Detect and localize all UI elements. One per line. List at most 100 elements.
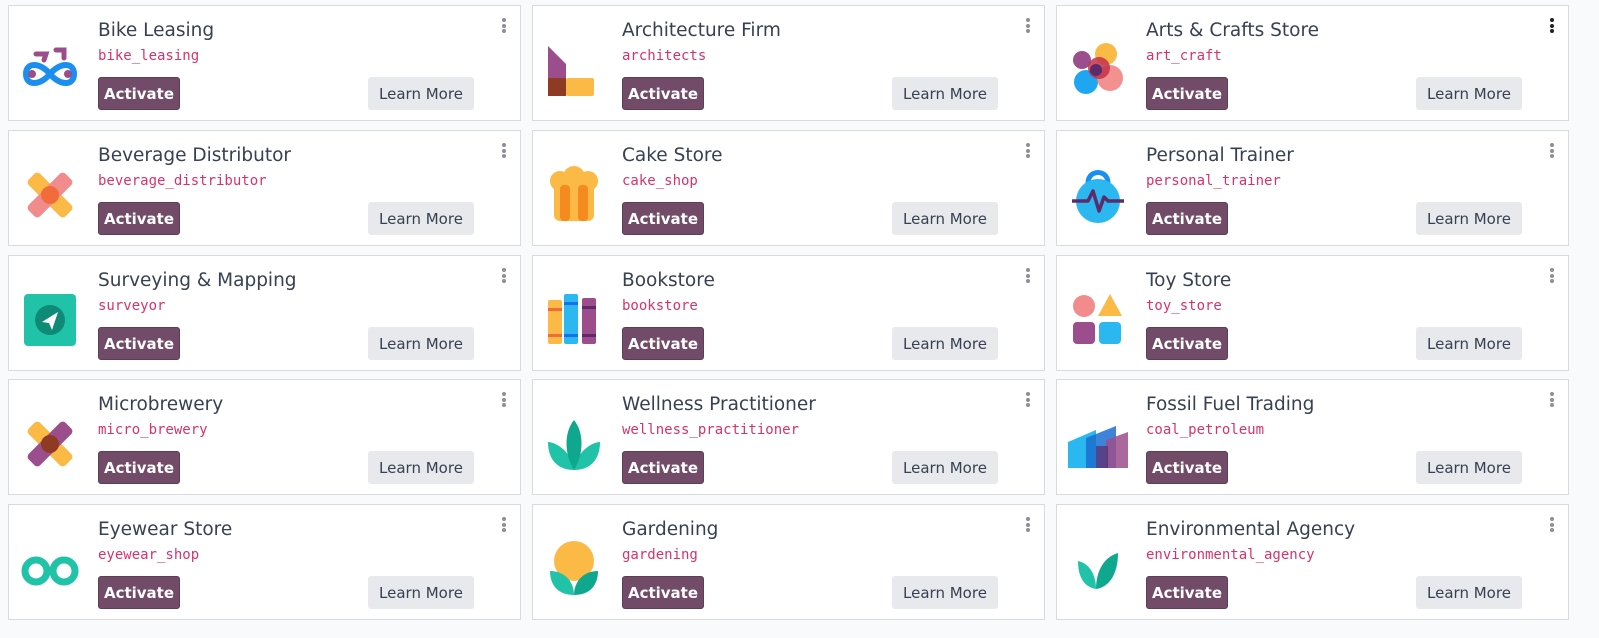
- kebab-menu-icon[interactable]: [1024, 267, 1032, 285]
- module-card-wellness-practitioner: Wellness Practitioner wellness_practitio…: [532, 379, 1045, 495]
- module-card-bookstore: Bookstore bookstore Activate Learn More: [532, 255, 1045, 371]
- kebab-menu-icon[interactable]: [1548, 17, 1556, 35]
- activate-button[interactable]: Activate: [98, 327, 180, 360]
- module-card-personal-trainer: Personal Trainer personal_trainer Activa…: [1056, 130, 1569, 246]
- activate-button[interactable]: Activate: [622, 327, 704, 360]
- learn-more-button[interactable]: Learn More: [1416, 451, 1522, 484]
- learn-more-button[interactable]: Learn More: [368, 576, 474, 609]
- learn-more-button[interactable]: Learn More: [368, 77, 474, 110]
- module-title: Cake Store: [622, 145, 723, 166]
- activate-button[interactable]: Activate: [1146, 202, 1228, 235]
- module-title: Microbrewery: [98, 394, 224, 415]
- kebab-menu-icon[interactable]: [1024, 391, 1032, 409]
- module-technical-name: bookstore: [622, 298, 698, 314]
- module-card-fossil-fuel-trading: Fossil Fuel Trading coal_petroleum Activ…: [1056, 379, 1569, 495]
- module-title: Environmental Agency: [1146, 519, 1356, 540]
- module-technical-name: gardening: [622, 547, 698, 563]
- module-technical-name: beverage_distributor: [98, 173, 267, 189]
- learn-more-button[interactable]: Learn More: [892, 327, 998, 360]
- module-technical-name: wellness_practitioner: [622, 422, 800, 438]
- learn-more-button[interactable]: Learn More: [892, 202, 998, 235]
- activate-button[interactable]: Activate: [98, 451, 180, 484]
- module-title: Fossil Fuel Trading: [1146, 394, 1315, 415]
- activate-button[interactable]: Activate: [1146, 327, 1228, 360]
- kebab-menu-icon[interactable]: [500, 267, 508, 285]
- learn-more-button[interactable]: Learn More: [1416, 202, 1522, 235]
- module-technical-name: coal_petroleum: [1146, 422, 1265, 438]
- module-title: Gardening: [622, 519, 719, 540]
- module-technical-name: cake_shop: [622, 173, 698, 189]
- architecture-icon: [542, 38, 606, 102]
- glasses-icon: [18, 537, 82, 601]
- activate-button[interactable]: Activate: [622, 202, 704, 235]
- kebab-menu-icon[interactable]: [500, 142, 508, 160]
- module-title: Bookstore: [622, 270, 715, 291]
- module-technical-name: environmental_agency: [1146, 547, 1315, 563]
- kebab-menu-icon[interactable]: [1024, 17, 1032, 35]
- learn-more-button[interactable]: Learn More: [1416, 77, 1522, 110]
- kebab-menu-icon[interactable]: [1548, 267, 1556, 285]
- module-title: Personal Trainer: [1146, 145, 1294, 166]
- activate-button[interactable]: Activate: [98, 576, 180, 609]
- module-title: Toy Store: [1146, 270, 1232, 291]
- module-technical-name: bike_leasing: [98, 48, 200, 64]
- learn-more-button[interactable]: Learn More: [368, 451, 474, 484]
- module-technical-name: art_craft: [1146, 48, 1222, 64]
- leaf-icon: [1066, 537, 1130, 601]
- module-card-cake-store: Cake Store cake_shop Activate Learn More: [532, 130, 1045, 246]
- kebab-menu-icon[interactable]: [1024, 516, 1032, 534]
- kettlebell-icon: [1066, 163, 1130, 227]
- chef-hat-icon: [542, 163, 606, 227]
- module-card-eyewear-store: Eyewear Store eyewear_shop Activate Lear…: [8, 504, 521, 620]
- module-title: Beverage Distributor: [98, 145, 292, 166]
- module-technical-name: personal_trainer: [1146, 173, 1281, 189]
- kebab-menu-icon[interactable]: [500, 516, 508, 534]
- factory-icon: [1066, 412, 1130, 476]
- crossed-bottles-icon: [18, 163, 82, 227]
- activate-button[interactable]: Activate: [622, 451, 704, 484]
- module-card-bike-leasing: Bike Leasing bike_leasing Activate Learn…: [8, 5, 521, 121]
- kebab-menu-icon[interactable]: [1548, 516, 1556, 534]
- module-technical-name: micro_brewery: [98, 422, 208, 438]
- compass-icon: [18, 288, 82, 352]
- lotus-icon: [542, 412, 606, 476]
- books-icon: [542, 288, 606, 352]
- learn-more-button[interactable]: Learn More: [1416, 327, 1522, 360]
- learn-more-button[interactable]: Learn More: [368, 202, 474, 235]
- kebab-menu-icon[interactable]: [1024, 142, 1032, 160]
- module-title: Surveying & Mapping: [98, 270, 297, 291]
- learn-more-button[interactable]: Learn More: [892, 77, 998, 110]
- module-card-microbrewery: Microbrewery micro_brewery Activate Lear…: [8, 379, 521, 495]
- activate-button[interactable]: Activate: [1146, 77, 1228, 110]
- module-title: Arts & Crafts Store: [1146, 20, 1320, 41]
- module-title: Eyewear Store: [98, 519, 233, 540]
- module-card-architecture-firm: Architecture Firm architects Activate Le…: [532, 5, 1045, 121]
- module-title: Architecture Firm: [622, 20, 781, 41]
- module-card-toy-store: Toy Store toy_store Activate Learn More: [1056, 255, 1569, 371]
- module-card-arts-crafts-store: Arts & Crafts Store art_craft Activate L…: [1056, 5, 1569, 121]
- sun-plant-icon: [542, 537, 606, 601]
- activate-button[interactable]: Activate: [1146, 451, 1228, 484]
- kebab-menu-icon[interactable]: [1548, 391, 1556, 409]
- activate-button[interactable]: Activate: [622, 576, 704, 609]
- learn-more-button[interactable]: Learn More: [368, 327, 474, 360]
- learn-more-button[interactable]: Learn More: [1416, 576, 1522, 609]
- learn-more-button[interactable]: Learn More: [892, 576, 998, 609]
- activate-button[interactable]: Activate: [98, 77, 180, 110]
- learn-more-button[interactable]: Learn More: [892, 451, 998, 484]
- module-card-beverage-distributor: Beverage Distributor beverage_distributo…: [8, 130, 521, 246]
- activate-button[interactable]: Activate: [622, 77, 704, 110]
- module-technical-name: toy_store: [1146, 298, 1222, 314]
- module-technical-name: architects: [622, 48, 707, 64]
- kebab-menu-icon[interactable]: [500, 17, 508, 35]
- module-card-environmental-agency: Environmental Agency environmental_agenc…: [1056, 504, 1569, 620]
- kebab-menu-icon[interactable]: [1548, 142, 1556, 160]
- module-technical-name: surveyor: [98, 298, 166, 314]
- crossed-bottles-icon: [18, 412, 82, 476]
- activate-button[interactable]: Activate: [1146, 576, 1228, 609]
- module-card-surveying-mapping: Surveying & Mapping surveyor Activate Le…: [8, 255, 521, 371]
- kebab-menu-icon[interactable]: [500, 391, 508, 409]
- module-card-gardening: Gardening gardening Activate Learn More: [532, 504, 1045, 620]
- module-technical-name: eyewear_shop: [98, 547, 200, 563]
- activate-button[interactable]: Activate: [98, 202, 180, 235]
